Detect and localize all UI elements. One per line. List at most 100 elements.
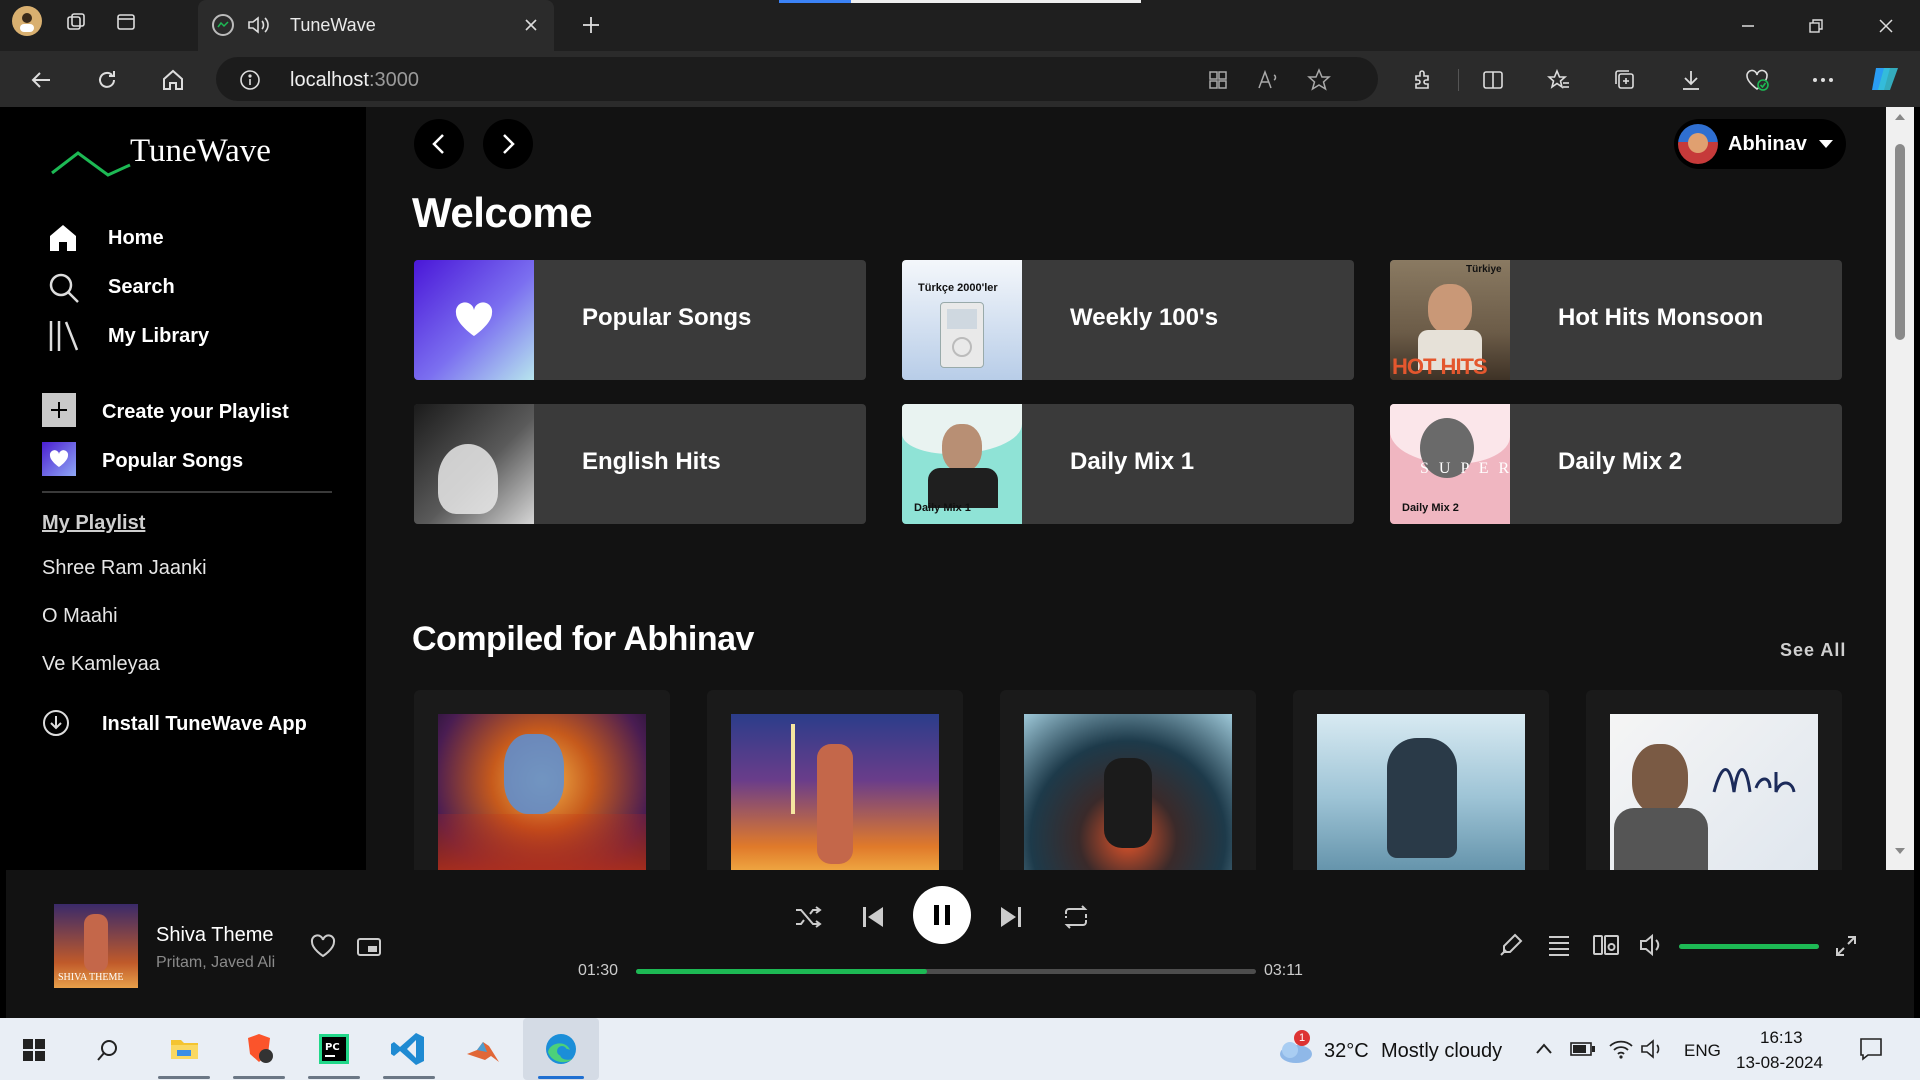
brave-app[interactable] bbox=[238, 1028, 280, 1070]
repeat-icon[interactable] bbox=[1061, 904, 1091, 930]
language-indicator[interactable]: ENG bbox=[1684, 1041, 1721, 1061]
install-app-button[interactable]: Install TuneWave App bbox=[36, 703, 336, 743]
album-card[interactable] bbox=[1000, 690, 1256, 870]
nav-home-label: Home bbox=[108, 227, 164, 249]
song-artist[interactable]: Pritam, Javed Ali bbox=[156, 954, 275, 972]
history-forward-button[interactable] bbox=[483, 119, 533, 169]
matlab-app[interactable] bbox=[463, 1028, 505, 1070]
playlist-item[interactable]: O Maahi bbox=[42, 605, 118, 628]
read-aloud-icon[interactable] bbox=[1256, 68, 1282, 92]
nav-search[interactable]: Search bbox=[36, 262, 336, 308]
queue-icon[interactable] bbox=[1546, 932, 1572, 958]
like-heart-icon[interactable] bbox=[310, 934, 336, 958]
see-all-link[interactable]: See All bbox=[1780, 640, 1846, 661]
song-title[interactable]: Shiva Theme bbox=[156, 924, 273, 947]
quick-card-weekly-100s[interactable]: Türkçe 2000'ler Weekly 100's bbox=[902, 260, 1354, 380]
quick-card-daily-mix-2[interactable]: S U P E R Daily Mix 2 Daily Mix 2 bbox=[1390, 404, 1842, 524]
popular-songs-link[interactable]: Popular Songs bbox=[36, 438, 336, 482]
volume-icon[interactable] bbox=[1638, 932, 1666, 958]
workspaces-icon[interactable] bbox=[62, 8, 90, 36]
nav-search-label: Search bbox=[108, 276, 175, 298]
clock-time[interactable]: 16:13 bbox=[1760, 1028, 1803, 1048]
quick-card-popular-songs[interactable]: Popular Songs bbox=[414, 260, 866, 380]
scrollbar-thumb[interactable] bbox=[1895, 144, 1905, 340]
close-tab-icon[interactable] bbox=[520, 14, 542, 36]
copilot-icon[interactable] bbox=[1868, 61, 1904, 97]
weather-widget-icon[interactable]: 1 bbox=[1276, 1030, 1316, 1066]
tab-tunewave[interactable]: TuneWave bbox=[198, 0, 554, 51]
avatar bbox=[1678, 124, 1718, 164]
player-bar: SHIVA THEME Shiva Theme Pritam, Javed Al… bbox=[6, 870, 1914, 1018]
tab-actions-icon[interactable] bbox=[112, 8, 140, 36]
refresh-icon[interactable] bbox=[92, 65, 122, 95]
back-icon[interactable] bbox=[26, 65, 56, 95]
playlist-item[interactable]: Shree Ram Jaanki bbox=[42, 557, 207, 580]
extensions-icon[interactable] bbox=[1408, 65, 1438, 95]
connect-device-icon[interactable] bbox=[1592, 932, 1620, 958]
browser-essentials-icon[interactable] bbox=[1742, 65, 1772, 95]
taskbar-search-icon[interactable] bbox=[96, 1038, 120, 1062]
progress-bar[interactable] bbox=[636, 969, 1256, 974]
weather-condition[interactable]: Mostly cloudy bbox=[1381, 1040, 1502, 1063]
fullscreen-icon[interactable] bbox=[1834, 934, 1858, 958]
edge-app[interactable] bbox=[540, 1028, 582, 1070]
logo-text: TuneWave bbox=[130, 133, 271, 169]
vscode-app[interactable] bbox=[388, 1028, 430, 1070]
quick-card-daily-mix-1[interactable]: Daily Mix 1 Daily Mix 1 bbox=[902, 404, 1354, 524]
favorites-icon[interactable] bbox=[1544, 65, 1574, 95]
album-card[interactable] bbox=[1586, 690, 1842, 870]
notification-icon[interactable] bbox=[1858, 1036, 1884, 1062]
collections-icon[interactable] bbox=[1610, 65, 1640, 95]
chevron-up-icon[interactable] bbox=[1535, 1042, 1553, 1056]
quick-card-english-hits[interactable]: English Hits bbox=[414, 404, 866, 524]
site-info-icon[interactable] bbox=[238, 68, 262, 92]
wifi-icon[interactable] bbox=[1608, 1038, 1634, 1060]
previous-track-icon[interactable] bbox=[860, 904, 886, 930]
play-pause-button[interactable] bbox=[913, 886, 971, 944]
address-bar[interactable]: localhost:3000 bbox=[216, 57, 1378, 101]
nav-library[interactable]: My Library bbox=[36, 311, 336, 357]
logo[interactable]: TuneWave bbox=[50, 133, 290, 183]
profile-avatar[interactable] bbox=[12, 6, 42, 36]
windows-start-icon[interactable] bbox=[22, 1038, 46, 1062]
scroll-down-icon[interactable] bbox=[1894, 847, 1906, 855]
new-tab-icon[interactable] bbox=[576, 10, 606, 40]
chevron-left-icon bbox=[432, 134, 444, 154]
next-track-icon[interactable] bbox=[998, 904, 1024, 930]
favorite-star-icon[interactable] bbox=[1306, 67, 1332, 93]
downloads-icon[interactable] bbox=[1676, 65, 1706, 95]
nav-home[interactable]: Home bbox=[36, 213, 336, 259]
close-window-icon[interactable] bbox=[1872, 12, 1900, 40]
restore-icon[interactable] bbox=[1802, 12, 1830, 40]
battery-icon[interactable] bbox=[1570, 1040, 1596, 1058]
volume-slider[interactable] bbox=[1679, 944, 1819, 949]
history-back-button[interactable] bbox=[414, 119, 464, 169]
split-screen-icon[interactable] bbox=[1478, 65, 1508, 95]
weather-temp[interactable]: 32°C bbox=[1324, 1040, 1369, 1063]
my-playlist-heading[interactable]: My Playlist bbox=[42, 512, 145, 535]
album-card[interactable] bbox=[1293, 690, 1549, 870]
file-explorer-app[interactable] bbox=[163, 1028, 205, 1070]
library-icon bbox=[49, 321, 79, 351]
more-options-icon[interactable] bbox=[1808, 65, 1838, 95]
picture-in-picture-icon[interactable] bbox=[356, 936, 382, 958]
minimize-icon[interactable] bbox=[1734, 12, 1762, 40]
scroll-up-icon[interactable] bbox=[1894, 113, 1906, 121]
quick-card-hot-hits-monsoon[interactable]: Türkiye HOT HITS Hot Hits Monsoon bbox=[1390, 260, 1842, 380]
home-browser-icon[interactable] bbox=[158, 65, 188, 95]
album-card[interactable] bbox=[414, 690, 670, 870]
album-art bbox=[1610, 714, 1818, 870]
create-playlist-button[interactable]: Create your Playlist bbox=[36, 389, 336, 433]
pycharm-app[interactable]: PC bbox=[313, 1028, 355, 1070]
shuffle-icon[interactable] bbox=[793, 904, 823, 930]
album-card[interactable] bbox=[707, 690, 963, 870]
microphone-lyrics-icon[interactable] bbox=[1498, 932, 1524, 958]
speaker-tray-icon[interactable] bbox=[1640, 1038, 1666, 1060]
user-menu[interactable]: Abhinav bbox=[1674, 119, 1846, 169]
speaker-icon[interactable] bbox=[244, 12, 272, 38]
page-scrollbar[interactable] bbox=[1886, 107, 1914, 870]
app-available-icon[interactable] bbox=[1206, 68, 1230, 92]
playlist-item[interactable]: Ve Kamleyaa bbox=[42, 653, 160, 676]
install-app-label: Install TuneWave App bbox=[102, 713, 307, 735]
clock-date[interactable]: 13-08-2024 bbox=[1736, 1053, 1823, 1073]
